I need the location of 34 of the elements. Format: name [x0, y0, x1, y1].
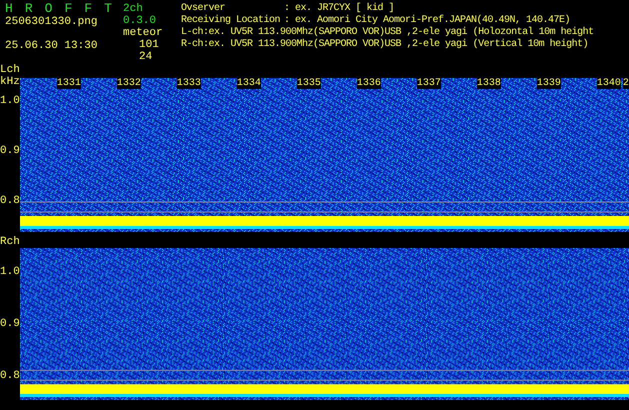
time-label: 1340	[596, 78, 621, 89]
time-label: 1338	[476, 78, 501, 89]
frequency-label: 0.8	[0, 195, 20, 207]
channel-label: Lch	[0, 64, 20, 76]
info-value: : ex. Aomori City Aomori-Pref.JAPAN(40.49N, 140.47E)	[284, 15, 570, 26]
info-label: R-ch:	[181, 39, 209, 51]
info-label: Ovserver	[181, 3, 226, 14]
info-label: Receiving Location	[181, 15, 282, 26]
time-label: 1334	[236, 78, 261, 89]
frequency-label: 0.9	[0, 145, 20, 157]
frequency-label: 1.0	[0, 266, 20, 278]
time-label: 1336	[356, 78, 381, 89]
time-label: 1332	[116, 78, 141, 89]
info-label: L-ch:	[181, 27, 209, 38]
file-name: 2506301330.png	[5, 16, 98, 28]
frequency-label: 0.9	[0, 318, 20, 330]
timestamp: 25.06.30 13:30	[5, 40, 98, 52]
count-value: 101	[138, 39, 159, 51]
app-title: H R O F F T	[5, 3, 113, 15]
frequency-label: 0.8	[0, 370, 20, 382]
time-label: 1337	[416, 78, 441, 89]
channel-label: Rch	[0, 236, 20, 248]
unit-label: kHz	[0, 76, 20, 88]
info-value: ex. UV5R 113.900Mhz(SAPPORO VOR)USB ,2-ele yagi (Vertical 10m height)	[208, 39, 588, 51]
info-value: : ex. JR7CYX [ kid ]	[284, 3, 394, 14]
info-value: ex. UV5R 113.900Mhz(SAPPORO VOR)USB ,2-ele yagi (Holozontal 10m height	[208, 27, 594, 38]
time-label: 1333	[176, 78, 201, 89]
time-label: 1335	[296, 78, 321, 89]
count-value: 24	[138, 51, 152, 63]
version-label: 2ch 0.3.0	[123, 3, 158, 27]
frequency-label: 1.0	[0, 95, 20, 107]
mode-label: meteor	[123, 27, 163, 39]
time-label: 1331	[56, 78, 81, 89]
time-label: 1339	[536, 78, 561, 89]
